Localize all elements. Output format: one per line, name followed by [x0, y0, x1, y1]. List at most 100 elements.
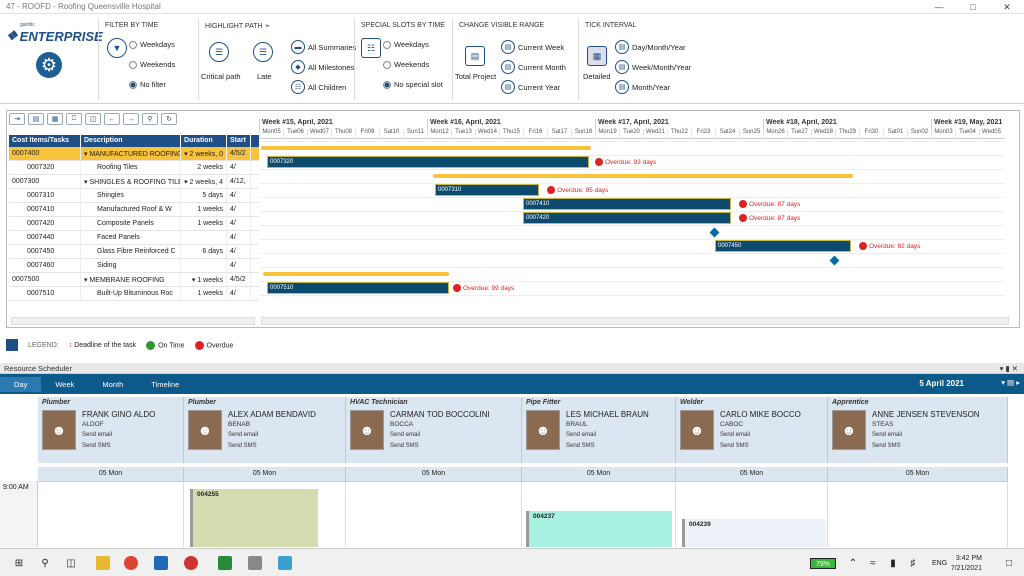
appointment[interactable]: 004255 [190, 489, 318, 547]
time-slot-column[interactable] [38, 481, 184, 547]
grid-row[interactable]: 0007300 ▾ SHINGLES & ROOFING TILE ▾ 2 week… [9, 175, 259, 189]
send-sms-link[interactable]: Send SMS [228, 443, 257, 449]
clock[interactable]: 3:42 PM 7/21/2021 [951, 554, 982, 574]
send-sms-link[interactable]: Send SMS [872, 443, 901, 449]
language-indicator[interactable]: ENG [932, 560, 947, 567]
pin-close-icons[interactable]: ▾ ▮ ✕ [1000, 364, 1018, 373]
chart-scrollbar[interactable] [261, 317, 1009, 325]
app-icon-2[interactable] [218, 556, 232, 570]
filter-weekends-radio[interactable]: Weekends [129, 60, 175, 69]
save-icon[interactable]: ▤ [28, 113, 44, 125]
send-sms-link[interactable]: Send SMS [390, 443, 419, 449]
grid-row[interactable]: 0007460 Siding 4/ [9, 259, 259, 273]
grid-scrollbar[interactable] [11, 317, 255, 325]
scheduler-date[interactable]: 5 April 2021 [919, 379, 964, 388]
tab-day[interactable]: Day [0, 376, 42, 392]
filter-nofilter-radio[interactable]: No filter [129, 80, 166, 89]
grid-row[interactable]: 0007420 Composite Panels 1 weeks 4/ [9, 217, 259, 231]
grid-row[interactable]: 0007440 Faced Panels 4/ [9, 231, 259, 245]
chevron-up-icon[interactable]: ⌃ [846, 556, 860, 570]
send-email-link[interactable]: Send email [566, 432, 596, 438]
task-bar[interactable]: 0007310 [435, 184, 539, 196]
resource-card[interactable]: HVAC Technician ☻ CARMAN TOD BOCCOLINI BOCC… [346, 397, 522, 463]
arrow-right-icon[interactable]: → [123, 113, 139, 125]
filter-icon[interactable]: ▼ [107, 38, 127, 58]
resource-card[interactable]: Apprentice ☻ ANNE JENSEN STEVENSON STEAS Sen… [828, 397, 1008, 463]
grid-row[interactable]: 0007510 Built-Up Bituminous Roc 1 weeks 4/ [9, 287, 259, 301]
grid-row[interactable]: 0007410 Manufactured Roof & W1 weeks 4/ [9, 203, 259, 217]
col-header-description[interactable]: Description [81, 135, 181, 147]
task-view-icon[interactable]: ◫ [64, 556, 78, 570]
tab-timeline[interactable]: Timeline [137, 380, 193, 389]
refresh-icon[interactable]: ↻ [161, 113, 177, 125]
zoom-icon[interactable]: ⚲ [142, 113, 158, 125]
milestone-diamond[interactable] [829, 255, 840, 266]
export-icon[interactable]: ⎕ [66, 113, 82, 125]
slots-weekends-radio[interactable]: Weekends [383, 60, 429, 69]
late-label[interactable]: Late [257, 72, 272, 81]
tab-month[interactable]: Month [88, 380, 137, 389]
task-bar[interactable]: 0007420 [523, 212, 731, 224]
resource-card[interactable]: Plumber ☻ FRANK GINO ALDO ALDOF Send email Se… [38, 397, 184, 463]
grid-row[interactable]: 0007400 ▾ MANUFACTURED ROOFING ▾ 2 weeks, … [9, 147, 259, 161]
current-month-button[interactable]: ▤ Current Month [501, 60, 566, 74]
task-bar[interactable]: 0007320 [267, 156, 589, 168]
legend-grid-icon[interactable] [6, 339, 18, 351]
minimize-icon[interactable]: — [922, 0, 956, 14]
grid-icon[interactable]: ▦ [47, 113, 63, 125]
grid-row[interactable]: 0007320 Roofing Tiles 2 weeks 4/ [9, 161, 259, 175]
app-icon-1[interactable] [184, 556, 198, 570]
col-header-tasks[interactable]: Cost Items/Tasks [9, 135, 81, 147]
col-header-duration[interactable]: Duration [181, 135, 227, 147]
day-month-year-button[interactable]: ▤ Day/Month/Year [615, 40, 686, 54]
all-milestones-button[interactable]: ◆ All Milestones [291, 60, 354, 74]
critical-path-icon[interactable]: ☰ [209, 42, 229, 62]
grid-row[interactable]: 0007450 Glass Fibre Reinforced C6 days 4/ [9, 245, 259, 259]
send-email-link[interactable]: Send email [872, 432, 902, 438]
appointment[interactable]: 004239 [682, 519, 826, 547]
milestone-diamond[interactable] [709, 227, 720, 238]
close-icon[interactable]: ✕ [990, 0, 1024, 14]
all-children-button[interactable]: ☷ All Children [291, 80, 346, 94]
summary-bar[interactable] [263, 272, 449, 276]
all-summaries-button[interactable]: ▬ All Summaries [291, 40, 356, 54]
send-email-link[interactable]: Send email [720, 432, 750, 438]
send-email-link[interactable]: Send email [228, 432, 258, 438]
send-sms-link[interactable]: Send SMS [566, 443, 595, 449]
resource-card[interactable]: Plumber ☻ ALEX ADAM BENDAVID BENAB Send emai… [184, 397, 346, 463]
volume-icon[interactable]: ♯ [906, 556, 920, 570]
outlook-icon[interactable] [154, 556, 168, 570]
battery-icon[interactable]: ▮ [886, 556, 900, 570]
summary-bar[interactable] [261, 146, 591, 150]
summary-bar[interactable] [433, 174, 853, 178]
total-project-icon[interactable]: ▤ [465, 46, 485, 66]
resource-card[interactable]: Welder ☻ CARLO MIKE BOCCO CABOC Send email Se… [676, 397, 828, 463]
time-slot-column[interactable] [346, 481, 522, 547]
total-project-label[interactable]: Total Project [455, 72, 496, 81]
time-slot-column[interactable] [828, 481, 1008, 547]
send-email-link[interactable]: Send email [82, 432, 112, 438]
detailed-label[interactable]: Detailed [583, 72, 611, 81]
detailed-icon[interactable]: ▦ [587, 46, 607, 66]
windows-start-icon[interactable]: ⊞ [12, 556, 26, 570]
task-bar[interactable]: 0007510 [267, 282, 449, 294]
columns-icon[interactable]: ◫ [85, 113, 101, 125]
scheduler-nav-icons[interactable]: ▾ ▤ ▸ [1001, 378, 1020, 387]
maximize-icon[interactable]: □ [956, 0, 990, 14]
indent-icon[interactable]: ⇥ [9, 113, 25, 125]
slots-none-radio[interactable]: No special slot [383, 80, 443, 89]
resource-card[interactable]: Pipe Fitter ☻ LES MICHAEL BRAUN BRAUL Send e… [522, 397, 676, 463]
current-week-button[interactable]: ▤ Current Week [501, 40, 564, 54]
search-icon[interactable]: ⚲ [38, 556, 52, 570]
task-bar[interactable]: 0007410 [523, 198, 731, 210]
battery-indicator[interactable]: 79% [810, 558, 836, 569]
task-bar[interactable]: 0007450 [715, 240, 851, 252]
critical-path-label[interactable]: Critical path [201, 72, 241, 81]
app-icon-3[interactable] [248, 556, 262, 570]
late-icon[interactable]: ☰ [253, 42, 273, 62]
send-sms-link[interactable]: Send SMS [82, 443, 111, 449]
file-explorer-icon[interactable] [96, 556, 110, 570]
week-month-year-button[interactable]: ▤ Week/Month/Year [615, 60, 691, 74]
send-sms-link[interactable]: Send SMS [720, 443, 749, 449]
send-email-link[interactable]: Send email [390, 432, 420, 438]
